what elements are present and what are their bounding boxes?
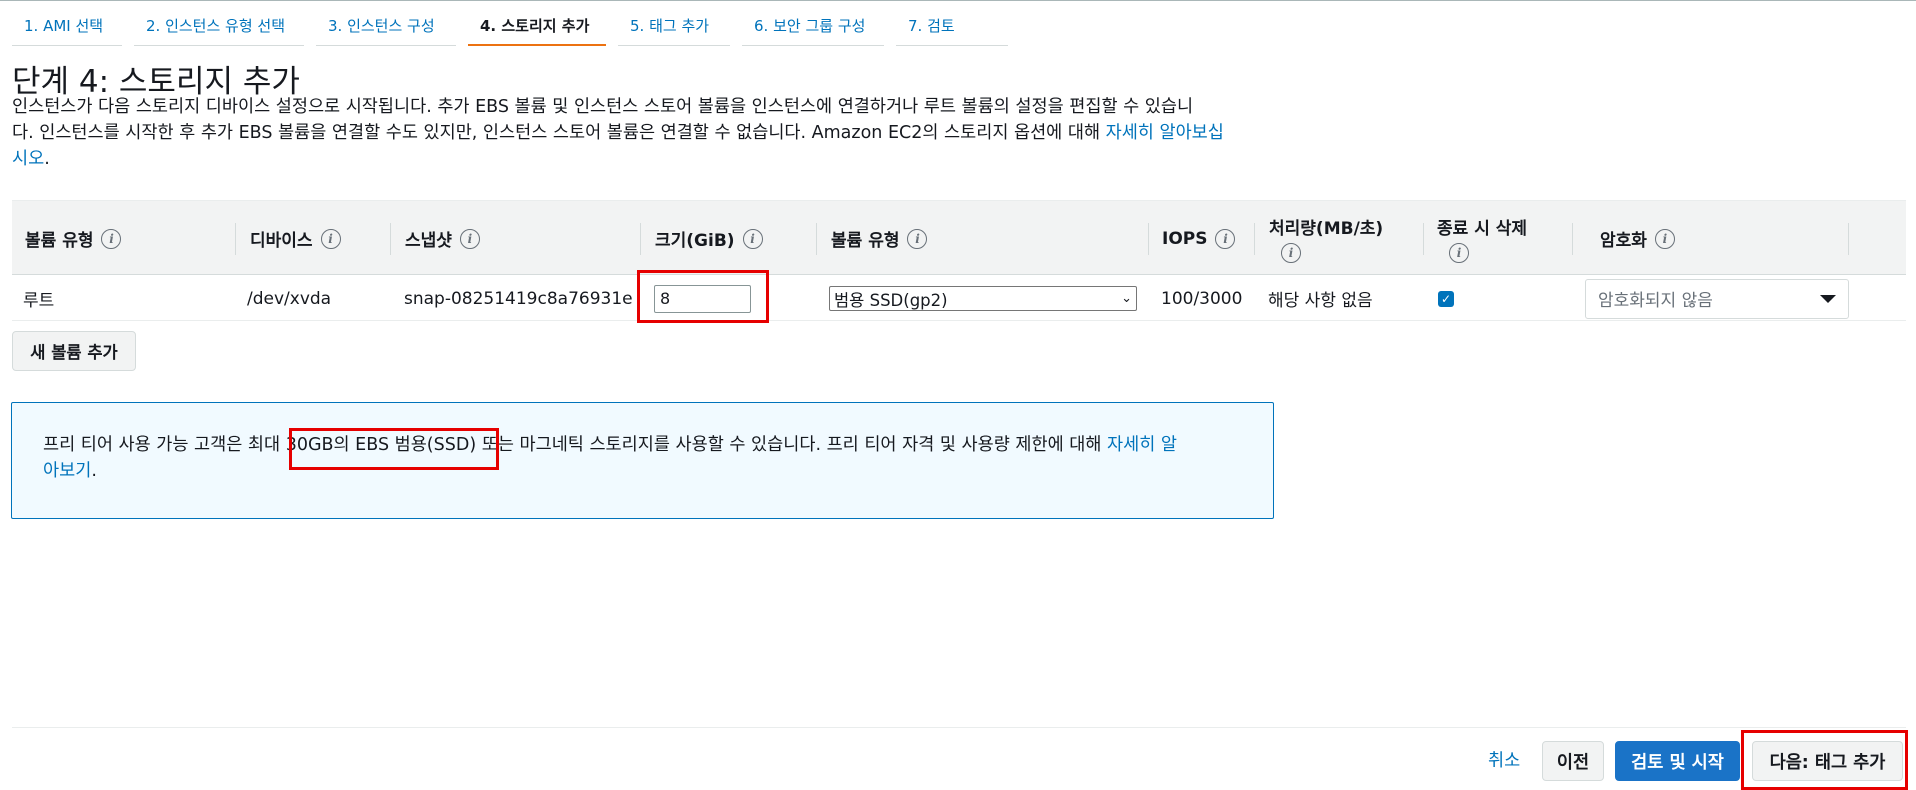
free-tier-end: . — [91, 461, 97, 481]
cell-throughput: 해당 사항 없음 — [1268, 291, 1373, 311]
encryption-select[interactable]: 암호화되지 않음 — [1585, 278, 1849, 319]
previous-button[interactable]: 이전 — [1542, 741, 1604, 781]
th-volume-type: 볼륨 유형 i — [25, 201, 122, 276]
highlight-box-size — [637, 270, 769, 323]
cell-snapshot: snap-08251419c8a76931e — [404, 288, 633, 309]
cell-iops: 100/3000 — [1161, 288, 1243, 309]
th-iops: IOPS i — [1162, 201, 1236, 276]
learn-more-storage-link[interactable]: 자세히 알아보십 — [1106, 123, 1224, 143]
volume-type-selected: 범용 SSD(gp2) — [834, 290, 948, 310]
th-delete-on-termination: 종료 시 삭제 i — [1437, 201, 1527, 276]
highlight-box-free-tier — [289, 428, 499, 470]
cell-delete-on-termination: ✓ — [1438, 276, 1454, 321]
th-device: 디바이스 i — [250, 201, 341, 276]
volume-type-select[interactable]: 범용 SSD(gp2) ⌄ — [829, 286, 1137, 311]
learn-more-free-tier-link[interactable]: 자세히 알 — [1107, 435, 1177, 455]
info-icon[interactable]: i — [1215, 228, 1236, 249]
free-tier-line-1: 프리 티어 사용 가능 고객은 최대 30GB의 EBS 범용(SSD) 또는 … — [43, 432, 1242, 458]
caret-down-icon — [1820, 294, 1836, 303]
top-border — [0, 0, 1916, 1]
description-end: . — [44, 149, 50, 169]
cell-device: /dev/xvda — [247, 288, 332, 309]
description-line-2-text: 다. 인스턴스를 시작한 후 추가 EBS 볼륨을 연결할 수도 있지만, 인스… — [12, 123, 1106, 143]
wizard-steps: 1. AMI 선택 2. 인스턴스 유형 선택 3. 인스턴스 구성 4. 스토… — [12, 14, 1020, 46]
th-size: 크기(GiB) i — [655, 201, 763, 276]
column-divider — [816, 223, 817, 255]
page-description: 인스턴스가 다음 스토리지 디바이스 설정으로 시작됩니다. 추가 EBS 볼륨… — [12, 94, 1302, 172]
add-volume-button[interactable]: 새 볼륨 추가 — [12, 331, 136, 371]
step-instance-type[interactable]: 2. 인스턴스 유형 선택 — [134, 14, 304, 46]
info-icon[interactable]: i — [1281, 243, 1301, 263]
th-device-label: 디바이스 — [250, 231, 313, 251]
th-volume-type-label: 볼륨 유형 — [25, 231, 94, 251]
th-encryption-label: 암호화 — [1600, 231, 1647, 251]
info-icon[interactable]: i — [320, 228, 341, 249]
th-delete-on-termination-label: 종료 시 삭제 — [1437, 219, 1528, 239]
delete-on-termination-checkbox[interactable]: ✓ — [1438, 290, 1454, 307]
column-divider — [1848, 223, 1849, 255]
column-divider — [1423, 223, 1424, 255]
info-icon[interactable]: i — [1654, 228, 1675, 249]
step-review[interactable]: 7. 검토 — [896, 14, 1008, 46]
info-icon[interactable]: i — [101, 228, 122, 249]
th-throughput-label: 처리량(MB/초) — [1269, 219, 1384, 239]
footer-divider — [12, 727, 1906, 728]
th-snapshot-label: 스냅샷 — [405, 231, 452, 251]
column-divider — [1254, 223, 1255, 255]
cancel-link[interactable]: 취소 — [1488, 749, 1520, 773]
step-ami[interactable]: 1. AMI 선택 — [12, 14, 122, 46]
column-divider — [640, 223, 641, 255]
learn-more-free-tier-link-cont[interactable]: 아보기 — [43, 461, 91, 481]
info-icon[interactable]: i — [1449, 243, 1469, 263]
column-divider — [390, 223, 391, 255]
next-add-tags-button[interactable]: 다음: 태그 추가 — [1752, 741, 1903, 781]
free-tier-line-2: 아보기. — [43, 458, 1242, 484]
table-row: 루트 /dev/xvda snap-08251419c8a76931e 8 범용… — [12, 276, 1906, 321]
learn-more-storage-link-cont[interactable]: 시오 — [12, 149, 44, 169]
description-line-2: 다. 인스턴스를 시작한 후 추가 EBS 볼륨을 연결할 수도 있지만, 인스… — [12, 120, 1302, 146]
info-icon[interactable]: i — [459, 228, 480, 249]
review-and-launch-button[interactable]: 검토 및 시작 — [1615, 741, 1740, 781]
th-encryption: 암호화 i — [1600, 201, 1675, 276]
column-divider — [235, 223, 236, 255]
free-tier-text-after: 또는 마그네틱 스토리지를 사용할 수 있습니다. 프리 티어 자격 및 사용량… — [476, 435, 1108, 455]
cell-ebs-volume-type: 범용 SSD(gp2) ⌄ — [829, 276, 1137, 321]
th-ebs-volume-type-label: 볼륨 유형 — [831, 231, 900, 251]
info-icon[interactable]: i — [742, 228, 763, 249]
info-icon[interactable]: i — [907, 228, 928, 249]
th-ebs-volume-type: 볼륨 유형 i — [831, 201, 928, 276]
cell-volume-type: 루트 — [23, 291, 55, 311]
chevron-down-icon: ⌄ — [1121, 291, 1132, 306]
description-line-3: 시오. — [12, 146, 1302, 172]
free-tier-text-before: 프리 티어 사용 가능 고객은 최대 — [43, 435, 286, 455]
step-configure-instance[interactable]: 3. 인스턴스 구성 — [316, 14, 456, 46]
encryption-selected: 암호화되지 않음 — [1598, 291, 1713, 311]
step-add-tags[interactable]: 5. 태그 추가 — [618, 14, 730, 46]
th-throughput: 처리량(MB/초) i — [1269, 201, 1383, 276]
free-tier-info-box: 프리 티어 사용 가능 고객은 최대 30GB의 EBS 범용(SSD) 또는 … — [11, 402, 1274, 519]
step-security-group[interactable]: 6. 보안 그룹 구성 — [742, 14, 884, 46]
th-iops-label: IOPS — [1162, 228, 1208, 249]
table-header: 볼륨 유형 i 디바이스 i 스냅샷 i 크기(GiB) i 볼륨 유형 i I… — [12, 200, 1906, 275]
description-line-1: 인스턴스가 다음 스토리지 디바이스 설정으로 시작됩니다. 추가 EBS 볼륨… — [12, 97, 1194, 117]
column-divider — [1572, 223, 1573, 255]
cell-encryption: 암호화되지 않음 — [1585, 276, 1849, 321]
th-snapshot: 스냅샷 i — [405, 201, 480, 276]
column-divider — [1148, 223, 1149, 255]
step-add-storage[interactable]: 4. 스토리지 추가 — [468, 14, 606, 46]
th-size-label: 크기(GiB) — [655, 231, 735, 251]
